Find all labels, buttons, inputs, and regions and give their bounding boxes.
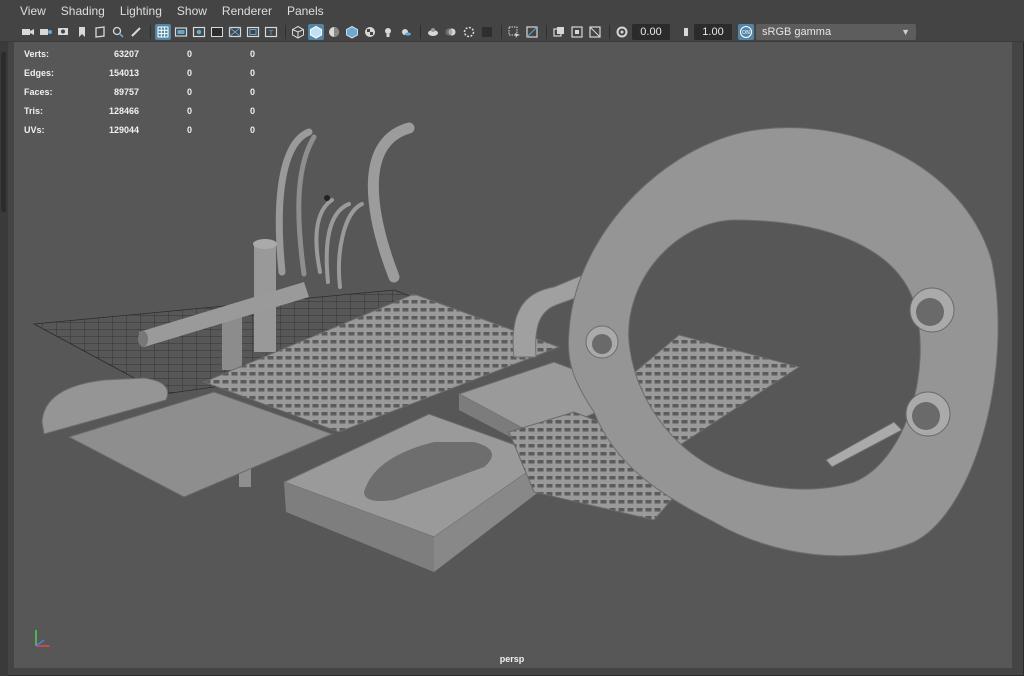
- shadows-icon[interactable]: [398, 24, 414, 40]
- toolbar-divider: [609, 24, 610, 39]
- gamma-field[interactable]: 1.00: [694, 23, 732, 40]
- bookmark-camera-icon[interactable]: [56, 24, 72, 40]
- panel-menu-bar: View Shading Lighting Show Renderer Pane…: [0, 0, 1024, 22]
- safe-action-icon[interactable]: [245, 24, 261, 40]
- exposure-field[interactable]: 0.00: [632, 23, 670, 40]
- hud-label: Verts:: [24, 48, 50, 59]
- exposure-icon[interactable]: [614, 24, 630, 40]
- toolbar-divider: [150, 24, 151, 39]
- film-gate-icon[interactable]: [173, 24, 189, 40]
- view-axis-icon: [35, 630, 50, 647]
- hud-row-edges: Edges: 154013 0 0: [24, 63, 255, 82]
- screen-space-ao-icon[interactable]: [425, 24, 441, 40]
- gamma-icon[interactable]: [676, 24, 692, 40]
- view-transform-label: sRGB gamma: [762, 25, 832, 38]
- xray-joints-icon[interactable]: [551, 24, 567, 40]
- backface-culling-icon[interactable]: [587, 24, 603, 40]
- hud-selected: 0: [186, 67, 192, 78]
- menu-lighting[interactable]: Lighting: [120, 4, 162, 18]
- camera-select-icon[interactable]: [20, 24, 36, 40]
- toolbar-divider: [501, 24, 502, 39]
- camera-name-label: persp: [499, 654, 525, 664]
- menu-view[interactable]: View: [20, 4, 46, 18]
- hud-label: Faces:: [24, 86, 53, 97]
- smooth-shade-icon[interactable]: [308, 23, 324, 40]
- two-d-pan-zoom-icon[interactable]: [110, 24, 126, 40]
- hud-selected: 0: [186, 48, 192, 59]
- hud-selected: 0: [186, 124, 192, 135]
- anti-aliasing-icon[interactable]: [461, 24, 477, 40]
- hud-component: 0: [249, 86, 255, 97]
- hud-component: 0: [249, 67, 255, 78]
- camera-attributes-icon[interactable]: [38, 24, 54, 40]
- svg-text:ON: ON: [742, 30, 750, 36]
- wireframe-on-shaded-icon[interactable]: [344, 24, 360, 40]
- safe-title-icon[interactable]: T: [263, 24, 279, 40]
- chevron-down-icon: ▼: [901, 26, 910, 37]
- xray-active-components-icon[interactable]: [569, 24, 585, 40]
- textured-icon[interactable]: [362, 24, 378, 40]
- xray-icon[interactable]: [524, 24, 540, 40]
- view-transform-dropdown[interactable]: sRGB gamma ▼: [756, 23, 916, 40]
- resize-grip[interactable]: [1, 52, 6, 212]
- hud-row-faces: Faces: 89757 0 0: [24, 82, 255, 101]
- menu-renderer[interactable]: Renderer: [222, 4, 272, 18]
- bookmark-icon[interactable]: [74, 24, 90, 40]
- hud-component: 0: [249, 105, 255, 116]
- wireframe-icon[interactable]: [290, 24, 306, 40]
- menu-show[interactable]: Show: [177, 4, 207, 18]
- panel-resize-strip[interactable]: [0, 22, 8, 676]
- hud-row-tris: Tris: 128466 0 0: [24, 101, 255, 120]
- hud-value: 89757: [113, 86, 139, 97]
- grease-pencil-icon[interactable]: [128, 24, 144, 40]
- hud-value: 129044: [108, 124, 139, 135]
- hud-selected: 0: [186, 105, 192, 116]
- toolbar-divider: [546, 24, 547, 39]
- hose-end: [324, 195, 330, 201]
- use-all-lights-icon[interactable]: [380, 24, 396, 40]
- hud-label: UVs:: [24, 124, 45, 135]
- hud-row-verts: Verts: 63207 0 0: [24, 44, 255, 63]
- menu-panels[interactable]: Panels: [287, 4, 324, 18]
- gate-mask-icon[interactable]: [209, 24, 225, 40]
- hud-value: 63207: [113, 48, 139, 59]
- hud-label: Tris:: [24, 105, 44, 116]
- motion-blur-icon[interactable]: [443, 24, 459, 40]
- default-material-icon[interactable]: [326, 24, 342, 40]
- grid-icon[interactable]: [155, 23, 171, 40]
- hud-selected: 0: [186, 86, 192, 97]
- hud-component: 0: [249, 124, 255, 135]
- resolution-gate-icon[interactable]: [191, 24, 207, 40]
- image-plane-icon[interactable]: [92, 24, 108, 40]
- depth-of-field-icon[interactable]: [479, 24, 495, 40]
- hud-component: 0: [249, 48, 255, 59]
- hose-pipes[interactable]: [275, 122, 415, 289]
- menu-shading[interactable]: Shading: [61, 4, 105, 18]
- hud-value: 154013: [108, 67, 139, 78]
- color-management-toggle-icon[interactable]: ON: [738, 23, 754, 40]
- field-chart-icon[interactable]: [227, 24, 243, 40]
- toolbar-divider: [420, 24, 421, 39]
- svg-text:T: T: [268, 29, 274, 37]
- hud-label: Edges:: [24, 67, 55, 78]
- poly-count-hud: Verts: 63207 0 0 Edges: 154013 0 0 Faces…: [24, 44, 255, 139]
- toolbar-divider: [285, 24, 286, 39]
- isolate-select-icon[interactable]: [506, 24, 522, 40]
- panel-toolbar: T 0.00 1.00 ON sRGB gamma ▼: [0, 22, 1024, 42]
- hud-value: 128466: [108, 105, 139, 116]
- hud-row-uvs: UVs: 129044 0 0: [24, 120, 255, 139]
